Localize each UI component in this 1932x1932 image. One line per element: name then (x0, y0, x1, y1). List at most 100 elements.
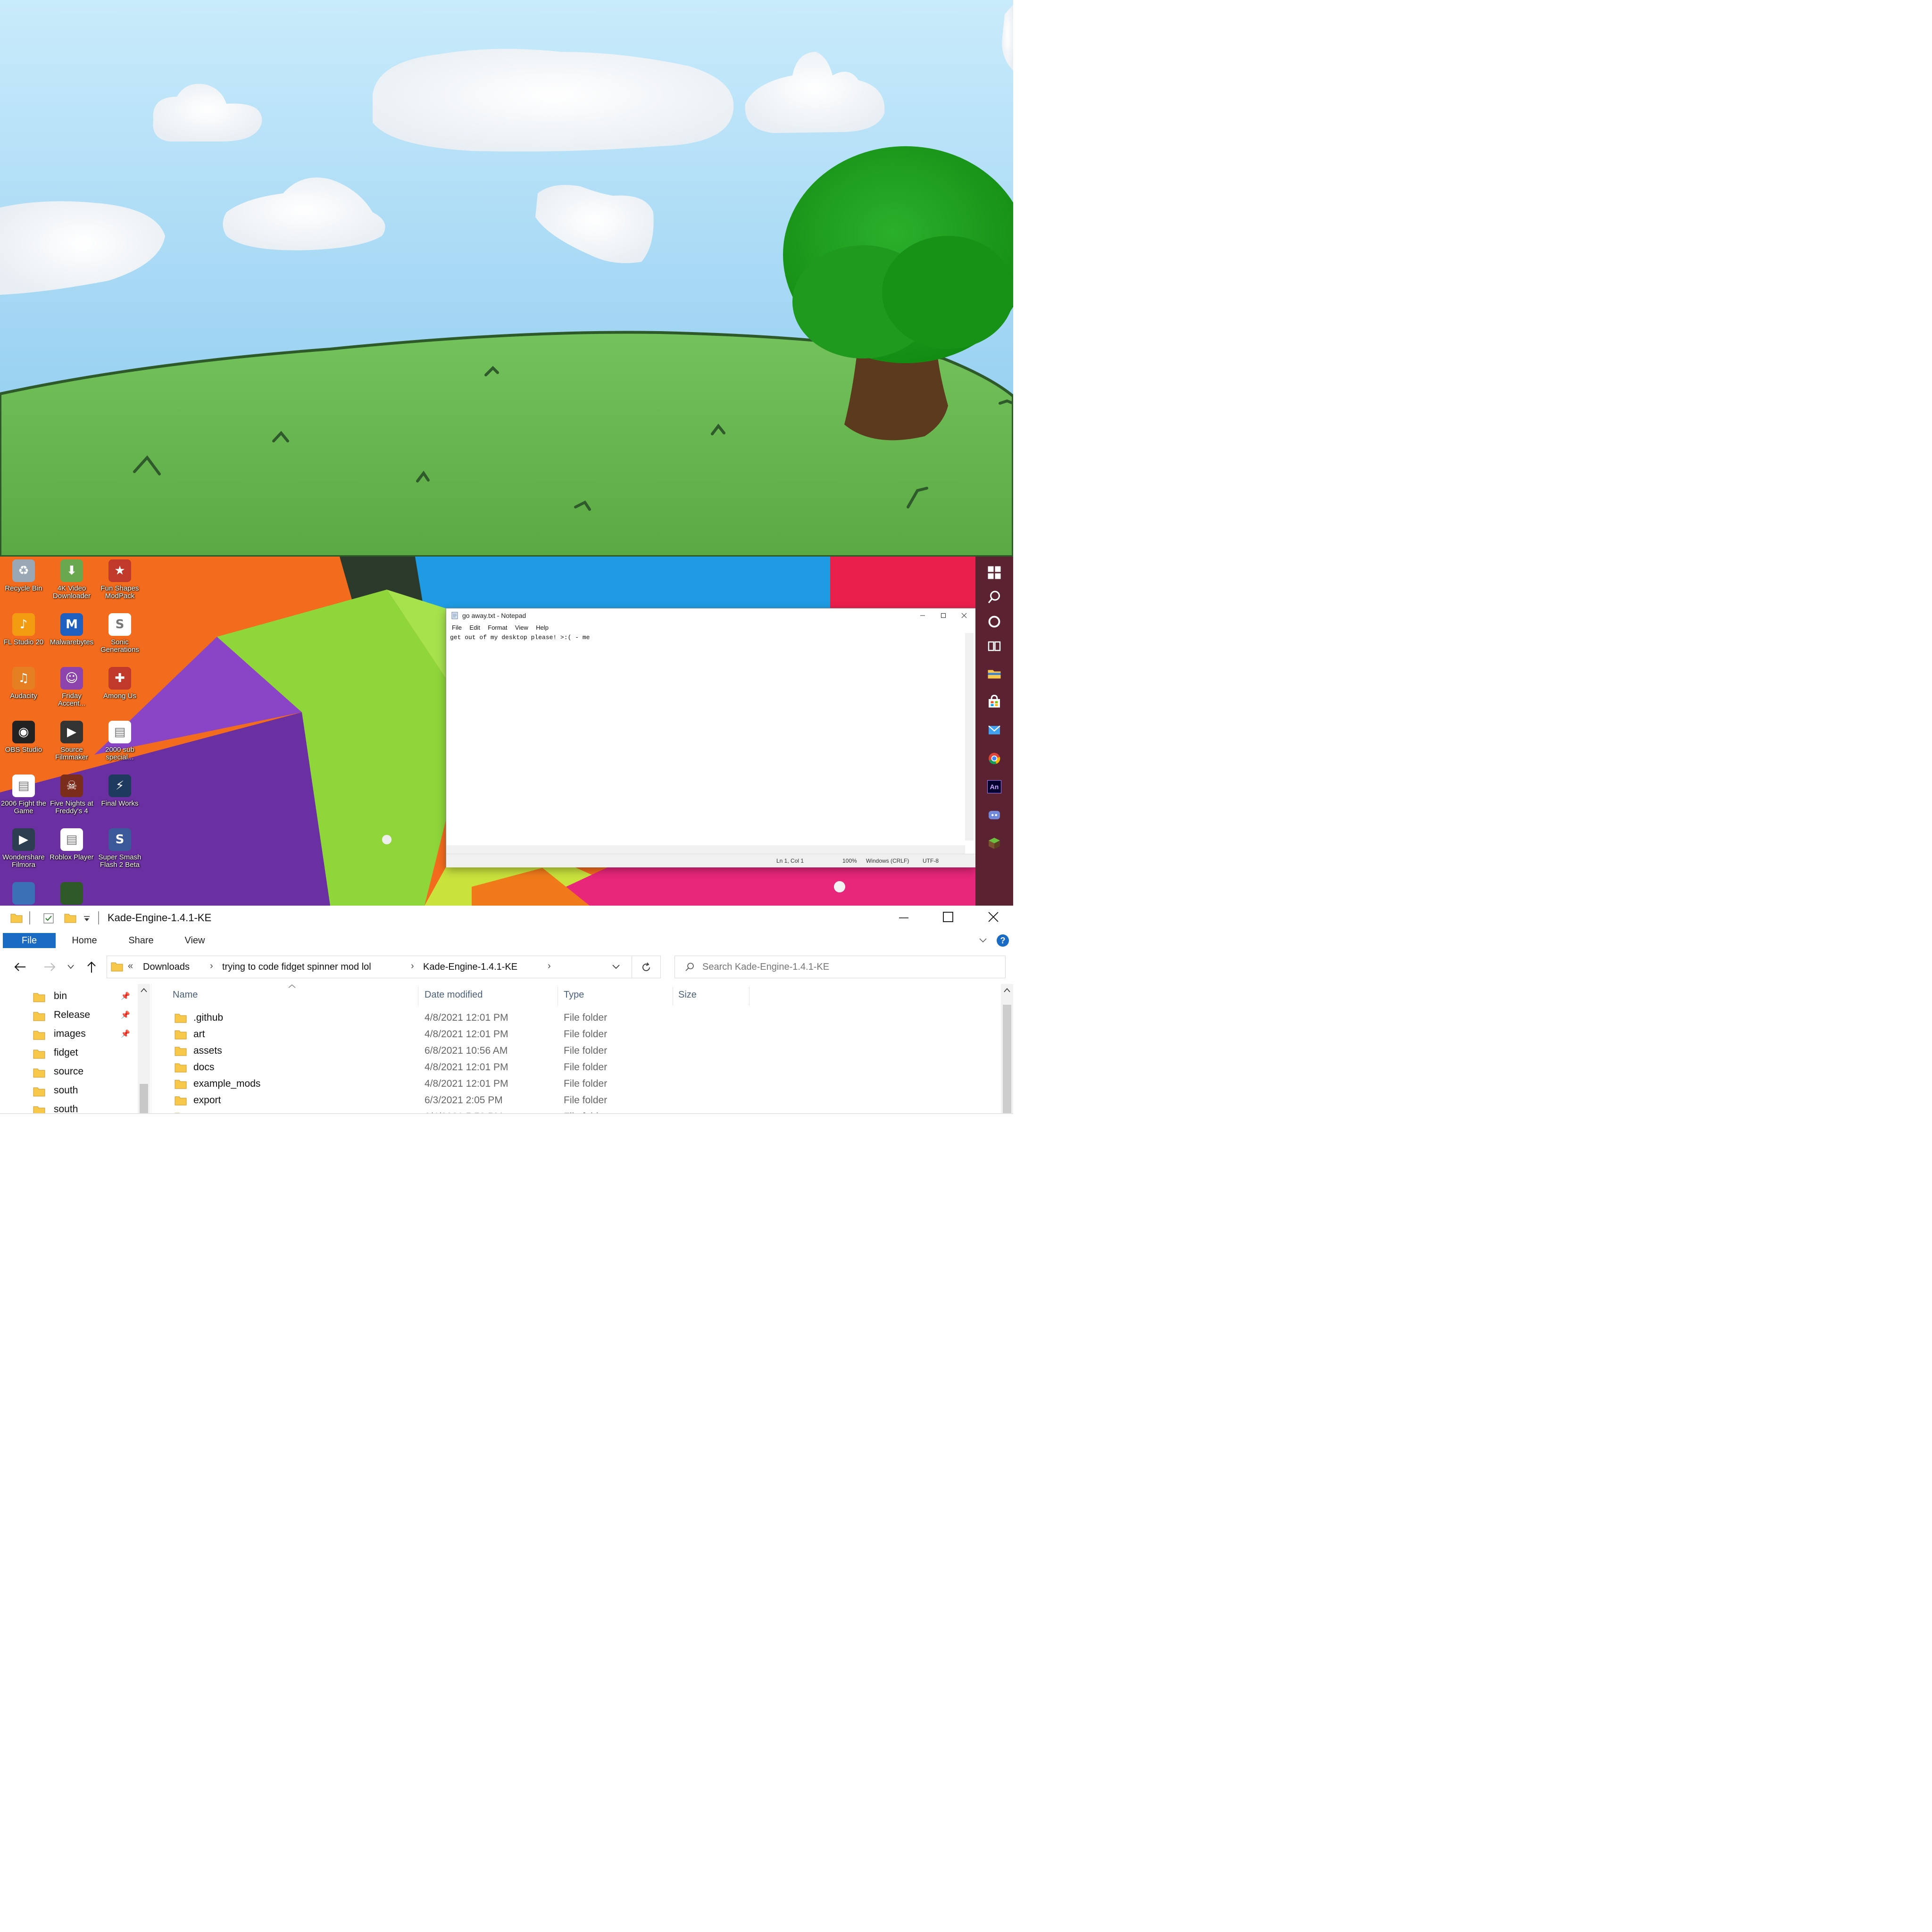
table-row[interactable]: .github 4/8/2021 12:01 PM File folder (160, 1010, 821, 1027)
up-arrow-icon[interactable] (86, 960, 97, 974)
column-type[interactable]: Type (564, 990, 584, 1000)
tab-file[interactable]: File (3, 933, 56, 948)
desktop-icon[interactable]: ☠ Five Nights at Freddy's 4 (48, 774, 95, 825)
customize-qat-icon[interactable] (83, 915, 91, 923)
animate-icon[interactable]: An (982, 774, 1007, 799)
notepad-text-area[interactable]: get out of my desktop please! >:( - me (449, 633, 960, 842)
desktop-icon[interactable]: ☺ Friday Accent... (48, 667, 95, 718)
pin-icon[interactable]: 📌 (121, 1029, 130, 1039)
desktop-icon[interactable]: ▤ Roblox Player (48, 828, 95, 879)
scroll-up-icon[interactable] (1004, 988, 1010, 992)
table-row[interactable]: export 6/3/2021 2:05 PM File folder (160, 1093, 821, 1109)
explorer-titlebar[interactable]: Kade-Engine-1.4.1-KE (0, 906, 1013, 930)
windows-start-icon[interactable] (982, 560, 1007, 585)
breadcrumb-fidget-mod[interactable]: trying to code fidget spinner mod lol (222, 962, 371, 973)
search-box[interactable] (675, 956, 1006, 978)
chevron-right-icon[interactable]: › (210, 961, 213, 972)
scroll-up-icon[interactable] (141, 988, 147, 992)
forward-arrow-icon[interactable] (43, 961, 57, 973)
maximize-icon[interactable] (942, 911, 954, 923)
tab-view[interactable]: View (174, 933, 216, 948)
file-explorer-icon[interactable] (982, 661, 1007, 686)
folder-icon (175, 1111, 187, 1114)
breadcrumb-downloads[interactable]: Downloads (143, 962, 190, 973)
chrome-icon[interactable] (982, 746, 1007, 771)
table-row[interactable]: assets 6/8/2021 10:56 AM File folder (160, 1043, 821, 1060)
breadcrumb-overflow[interactable]: « (128, 961, 133, 972)
back-arrow-icon[interactable] (13, 961, 26, 973)
column-name[interactable]: Name (173, 990, 198, 1000)
search-input[interactable] (701, 960, 996, 974)
app-icon: ◉ (12, 721, 35, 743)
menu-edit[interactable]: Edit (469, 623, 480, 633)
expand-ribbon-icon[interactable] (978, 937, 988, 944)
app-icon: M (60, 613, 83, 636)
help-icon[interactable]: ? (996, 934, 1009, 947)
minecraft-icon[interactable] (982, 831, 1007, 856)
desktop-icon[interactable]: ⬇ 4K Video Downloader (48, 559, 95, 610)
search-icon[interactable] (982, 585, 1007, 609)
desktop-icon[interactable]: ♫ Audacity (0, 667, 47, 718)
desktop-icon[interactable]: S Super Smash Flash 2 Beta (96, 828, 143, 879)
desktop-icon[interactable]: ♻ Recycle Bin (0, 559, 47, 610)
desktop-icon[interactable]: M Malwarebytes (48, 613, 95, 664)
column-date-modified[interactable]: Date modified (425, 990, 483, 1000)
table-row[interactable]: source 6/4/2021 5:53 PM File folder (160, 1109, 821, 1114)
qat-divider (29, 911, 30, 924)
desktop-icon-label: FL Studio 20 (3, 638, 44, 646)
desktop-icon[interactable]: ★ Fun Shapes ModPack (96, 559, 143, 610)
notepad-titlebar[interactable]: go away.txt - Notepad (446, 608, 975, 623)
desktop-icon[interactable] (0, 882, 47, 906)
desktop-icon[interactable]: ✚ Among Us (96, 667, 143, 718)
chevron-right-icon[interactable]: › (548, 961, 551, 972)
breadcrumb-kade-engine[interactable]: Kade-Engine-1.4.1-KE (423, 962, 517, 973)
mail-icon[interactable] (982, 718, 1007, 742)
desktop-icon[interactable]: ▤ 2006 Fight the Game (0, 774, 47, 825)
tab-share[interactable]: Share (120, 933, 162, 948)
desktop-icon[interactable]: ⚡ Final Works (96, 774, 143, 825)
menu-view[interactable]: View (515, 623, 528, 633)
desktop-icon[interactable]: ▶ Source Filmmaker (48, 721, 95, 772)
cortana-icon[interactable] (982, 609, 1007, 634)
tab-home[interactable]: Home (63, 933, 106, 948)
desktop-icon[interactable] (48, 882, 95, 906)
notepad-maximize-button[interactable] (933, 608, 954, 623)
refresh-button[interactable] (632, 956, 661, 978)
chevron-down-icon[interactable] (612, 964, 620, 970)
column-size[interactable]: Size (678, 990, 697, 1000)
nav-pane-scroll-thumb[interactable] (140, 1084, 148, 1113)
minimize-icon[interactable] (898, 914, 909, 922)
notepad-vertical-scrollbar[interactable] (965, 633, 974, 841)
pin-icon[interactable]: 📌 (121, 1010, 130, 1020)
desktop-icon[interactable]: S Sonic Generations (96, 613, 143, 664)
notepad-minimize-button[interactable] (912, 608, 933, 623)
address-bar[interactable]: « Downloads › trying to code fidget spin… (107, 956, 632, 978)
desktop-icon[interactable]: ▶ Wondershare Filmora (0, 828, 47, 879)
properties-icon[interactable] (42, 912, 55, 924)
table-row[interactable]: example_mods 4/8/2021 12:01 PM File folder (160, 1076, 821, 1093)
file-list: Name Date modified Type Size .github 4/8/… (160, 984, 1001, 1113)
chevron-right-icon[interactable]: › (411, 961, 414, 972)
desktop-icon[interactable]: ♪ FL Studio 20 (0, 613, 47, 664)
desktop-icon[interactable]: ▤ 2000 sub special... (96, 721, 143, 772)
discord-icon[interactable] (982, 803, 1007, 827)
notepad-horizontal-scrollbar[interactable] (446, 845, 965, 854)
recent-locations-icon[interactable] (67, 964, 75, 970)
store-icon[interactable] (982, 690, 1007, 714)
table-row[interactable]: art 4/8/2021 12:01 PM File folder (160, 1027, 821, 1043)
table-row[interactable]: docs 4/8/2021 12:01 PM File folder (160, 1060, 821, 1076)
desktop-icon-label: 2006 Fight the Game (1, 799, 46, 815)
desktop-icon[interactable]: ◉ OBS Studio (0, 721, 47, 772)
file-type: File folder (564, 1045, 608, 1056)
menu-file[interactable]: File (452, 623, 462, 633)
new-folder-icon[interactable] (64, 912, 76, 924)
close-icon[interactable] (988, 911, 999, 923)
notepad-close-button[interactable] (954, 608, 974, 623)
pin-icon[interactable]: 📌 (121, 991, 130, 1001)
file-date: 6/8/2021 10:56 AM (425, 1045, 508, 1056)
notepad-menubar: File Edit Format View Help (446, 623, 975, 633)
file-list-scroll-thumb[interactable] (1003, 1005, 1011, 1113)
menu-help[interactable]: Help (536, 623, 549, 633)
task-view-icon[interactable] (982, 634, 1007, 658)
menu-format[interactable]: Format (488, 623, 507, 633)
